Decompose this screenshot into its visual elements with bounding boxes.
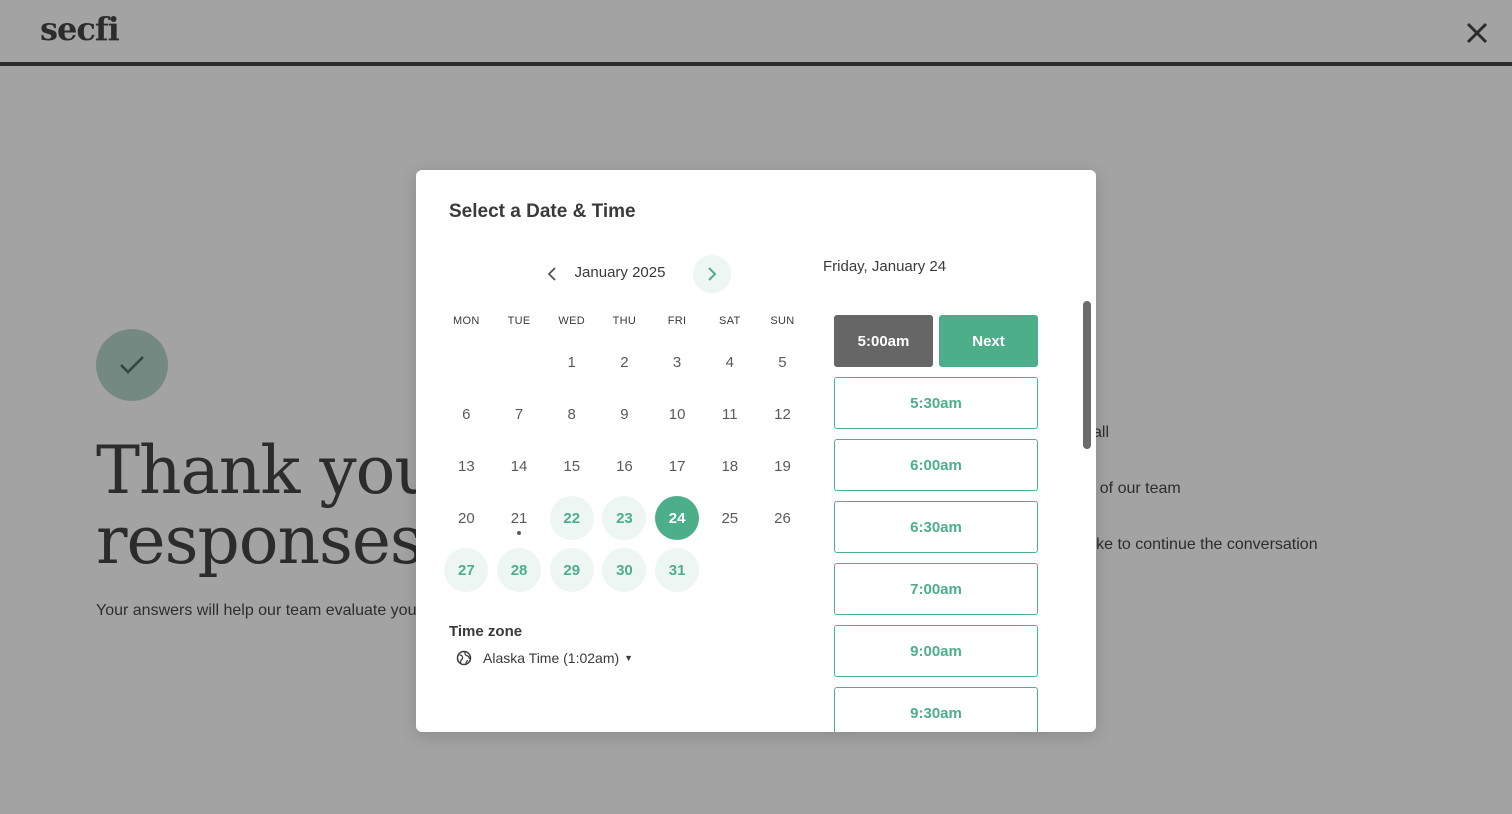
day-number: 14	[510, 457, 528, 475]
month-navigation: January 2025	[440, 254, 810, 294]
caret-down-icon: ▼	[624, 653, 634, 663]
weekday-label: MON	[453, 315, 480, 327]
calendar-empty-cell	[493, 336, 546, 388]
day-number[interactable]: 31	[655, 548, 700, 592]
time-slot-scrollbar[interactable]	[1083, 301, 1091, 449]
time-slot-list: 5:00am Next 5:30am 6:00am 6:30am 7:00am …	[834, 315, 1038, 732]
calendar-day-available[interactable]: 23	[598, 492, 651, 544]
day-number: 7	[514, 405, 524, 423]
day-number[interactable]: 28	[497, 548, 542, 592]
calendar-day: 7	[493, 388, 546, 440]
month-label: January 2025	[574, 264, 666, 281]
day-number: 20	[458, 509, 475, 527]
next-month-button[interactable]	[693, 255, 731, 293]
calendar-day: 2	[598, 336, 651, 388]
calendar-day-available[interactable]: 30	[598, 544, 651, 596]
today-indicator-dot	[517, 531, 522, 535]
previous-month-button[interactable]	[534, 256, 570, 292]
day-number: 12	[774, 405, 791, 423]
globe-icon	[456, 650, 472, 666]
day-number[interactable]: 29	[549, 548, 594, 592]
selected-slot-row: 5:00am Next	[834, 315, 1038, 367]
timezone-value: Alaska Time (1:02am)	[483, 650, 620, 666]
timezone-selector[interactable]: Alaska Time (1:02am) ▼	[456, 650, 633, 666]
chevron-left-icon	[547, 267, 556, 281]
weekday-label: SUN	[770, 315, 795, 327]
calendar-day-available[interactable]: 22	[545, 492, 598, 544]
day-number: 16	[616, 457, 633, 475]
calendar-day-available[interactable]: 28	[493, 544, 546, 596]
calendar-day: 26	[756, 492, 809, 544]
calendar-day: 20	[440, 492, 493, 544]
calendar-day: 15	[545, 440, 598, 492]
calendar-day: 13	[440, 440, 493, 492]
weekday-label: WED	[558, 315, 585, 327]
calendar-day: 4	[703, 336, 756, 388]
weekday-label: TUE	[507, 315, 531, 327]
day-number: 13	[458, 457, 475, 475]
time-slot-button[interactable]: 6:30am	[834, 501, 1038, 553]
day-number: 17	[668, 457, 686, 475]
weekday-label: SAT	[719, 315, 741, 327]
time-slot-button[interactable]: 6:00am	[834, 439, 1038, 491]
day-number: 1	[567, 353, 576, 371]
calendar-day: 21	[493, 492, 546, 544]
day-number: 19	[774, 457, 791, 475]
calendar-day: 17	[651, 440, 704, 492]
day-number: 9	[620, 405, 629, 423]
day-number: 6	[462, 405, 471, 423]
day-number[interactable]: 27	[444, 548, 489, 592]
day-number: 10	[668, 405, 686, 423]
day-number[interactable]: 23	[602, 496, 647, 540]
day-number[interactable]: 22	[549, 496, 594, 540]
calendar-day: 12	[756, 388, 809, 440]
weekday-label: FRI	[667, 315, 687, 327]
day-number: 25	[721, 509, 739, 527]
selected-time-button[interactable]: 5:00am	[834, 315, 933, 367]
weekday-label: THU	[612, 315, 637, 327]
calendar-day-available[interactable]: 29	[545, 544, 598, 596]
calendar-day: 11	[703, 388, 756, 440]
selected-date-heading: Friday, January 24	[823, 258, 947, 275]
calendar-empty-cell	[440, 336, 493, 388]
day-number: 3	[672, 353, 682, 371]
day-number: 2	[620, 353, 629, 371]
day-number: 15	[563, 457, 581, 475]
time-slot-button[interactable]: 7:00am	[834, 563, 1038, 615]
calendar-day-selected[interactable]: 24	[651, 492, 704, 544]
modal-title: Select a Date & Time	[449, 201, 636, 222]
day-number: 5	[778, 353, 787, 371]
calendar-day: 25	[703, 492, 756, 544]
calendar-day-available[interactable]: 27	[440, 544, 493, 596]
calendar-day: 18	[703, 440, 756, 492]
day-number[interactable]: 24	[655, 496, 700, 540]
day-number: 8	[567, 405, 576, 423]
calendar-day-available[interactable]: 31	[651, 544, 704, 596]
calendar-day: 9	[598, 388, 651, 440]
time-slot-button[interactable]: 9:30am	[834, 687, 1038, 732]
chevron-right-icon	[708, 267, 717, 281]
day-number: 4	[725, 353, 734, 371]
day-number: 26	[774, 509, 791, 527]
calendar-day: 10	[651, 388, 704, 440]
scheduling-modal: Select a Date & Time January 2025 MON TU…	[416, 170, 1096, 732]
day-number: 11	[721, 405, 738, 423]
calendar-day: 3	[651, 336, 704, 388]
time-slot-button[interactable]: 5:30am	[834, 377, 1038, 429]
calendar-day: 16	[598, 440, 651, 492]
calendar-grid: 1 2 3 4 5 6 7 8 9 10 11 12 13 14 15 16 17 18 19 20 21 22 23 24 2…	[440, 336, 809, 596]
timezone-label: Time zone	[449, 623, 523, 640]
calendar-day: 14	[493, 440, 546, 492]
calendar-day: 19	[756, 440, 809, 492]
next-button[interactable]: Next	[939, 315, 1038, 367]
weekday-header: MON TUE WED THU FRI SAT SUN	[440, 315, 809, 327]
calendar-day: 5	[756, 336, 809, 388]
calendar-day: 8	[545, 388, 598, 440]
calendar-day: 1	[545, 336, 598, 388]
time-slot-button[interactable]: 9:00am	[834, 625, 1038, 677]
day-number: 18	[721, 457, 739, 475]
calendar-day: 6	[440, 388, 493, 440]
day-number[interactable]: 30	[602, 548, 647, 592]
